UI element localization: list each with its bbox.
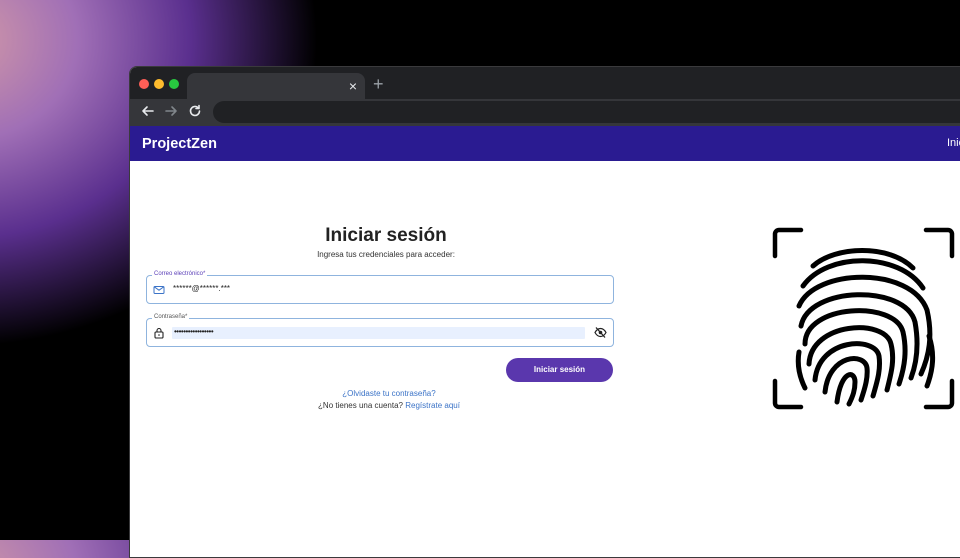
- page-subtitle: Ingresa tus credenciales para acceder:: [317, 250, 455, 259]
- fingerprint-icon: [771, 226, 956, 411]
- back-arrow-icon[interactable]: [139, 102, 157, 120]
- lock-icon: [153, 326, 165, 339]
- maximize-window-button[interactable]: [169, 79, 179, 89]
- register-link[interactable]: Regístrate aquí: [405, 401, 460, 410]
- forward-arrow-icon[interactable]: [162, 102, 180, 120]
- login-button[interactable]: Iniciar sesión: [506, 358, 613, 382]
- password-input[interactable]: •••••••••••••••••: [174, 327, 214, 336]
- email-field[interactable]: Correo electrónico* ******@******.***: [146, 271, 614, 304]
- page-title: Iniciar sesión: [325, 225, 447, 246]
- reload-icon[interactable]: [186, 102, 204, 120]
- tab-close-icon[interactable]: ×: [349, 77, 357, 95]
- forgot-password-link[interactable]: ¿Olvidaste tu contraseña?: [142, 389, 636, 398]
- nav-link-login[interactable]: Inic: [947, 137, 960, 149]
- brand-logo[interactable]: ProjectZen: [142, 136, 217, 152]
- browser-tab-bar: × +: [130, 67, 960, 99]
- password-field[interactable]: Contraseña* •••••••••••••••••: [146, 314, 614, 347]
- email-field-label: Correo electrónico*: [152, 271, 208, 277]
- mail-icon: [153, 283, 165, 295]
- address-bar[interactable]: [213, 101, 960, 123]
- password-autofill-highlight: [172, 327, 585, 339]
- minimize-window-button[interactable]: [154, 79, 164, 89]
- password-field-label: Contraseña*: [152, 314, 190, 320]
- close-window-button[interactable]: [139, 79, 149, 89]
- browser-tab[interactable]: ×: [187, 73, 365, 99]
- register-prompt: ¿No tienes una cuenta? Regístrate aquí: [142, 401, 636, 410]
- email-input[interactable]: ******@******.***: [173, 284, 230, 293]
- app-header: ProjectZen Inic: [130, 126, 960, 161]
- browser-toolbar: [130, 99, 960, 126]
- browser-window: × + ProjectZen Inic Iniciar sesión Ingre…: [129, 66, 960, 558]
- no-account-text: ¿No tienes una cuenta?: [318, 401, 403, 410]
- eye-off-icon[interactable]: [594, 326, 607, 339]
- new-tab-button[interactable]: +: [373, 74, 384, 94]
